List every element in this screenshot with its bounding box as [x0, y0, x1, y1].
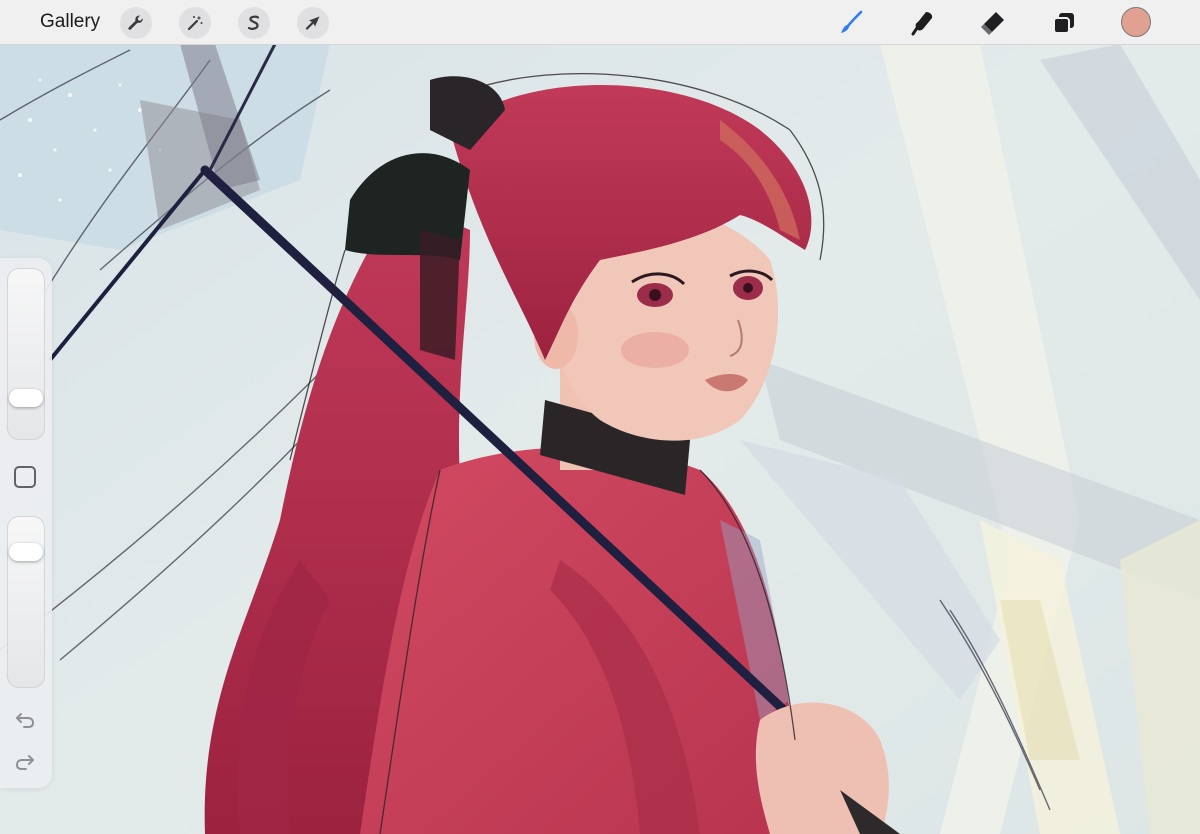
- opacity-thumb[interactable]: [9, 543, 43, 562]
- magic-wand-icon: [187, 15, 203, 31]
- modify-button[interactable]: [14, 466, 36, 488]
- layers-button[interactable]: [1047, 6, 1081, 40]
- top-toolbar: Gallery: [0, 0, 1200, 45]
- brush-tool-button[interactable]: [834, 6, 868, 40]
- artwork: [0, 0, 1200, 834]
- undo-button[interactable]: [12, 708, 38, 732]
- left-sidebar: [0, 258, 52, 788]
- brush-size-thumb[interactable]: [9, 388, 43, 407]
- gallery-button[interactable]: Gallery: [30, 0, 110, 44]
- brush-icon: [841, 10, 863, 33]
- opacity-slider[interactable]: [7, 516, 45, 688]
- selection-s-icon: [247, 15, 260, 30]
- eraser-tool-button[interactable]: [976, 6, 1010, 40]
- transform-button[interactable]: [297, 7, 329, 39]
- eraser-icon: [981, 12, 1004, 35]
- actions-button[interactable]: [120, 7, 152, 39]
- smudge-finger-icon: [911, 12, 933, 36]
- arrow-cursor-icon: [305, 16, 320, 30]
- drawing-canvas[interactable]: [0, 0, 1200, 834]
- adjustments-button[interactable]: [179, 7, 211, 39]
- selection-button[interactable]: [238, 7, 270, 39]
- redo-arrow-icon: [15, 755, 34, 770]
- undo-arrow-icon: [16, 713, 35, 728]
- redo-button[interactable]: [12, 750, 38, 774]
- layers-icon: [1053, 13, 1074, 34]
- wrench-icon: [128, 15, 143, 30]
- smudge-tool-button[interactable]: [905, 6, 939, 40]
- color-swatch-button[interactable]: [1121, 7, 1151, 37]
- brush-size-slider[interactable]: [7, 268, 45, 440]
